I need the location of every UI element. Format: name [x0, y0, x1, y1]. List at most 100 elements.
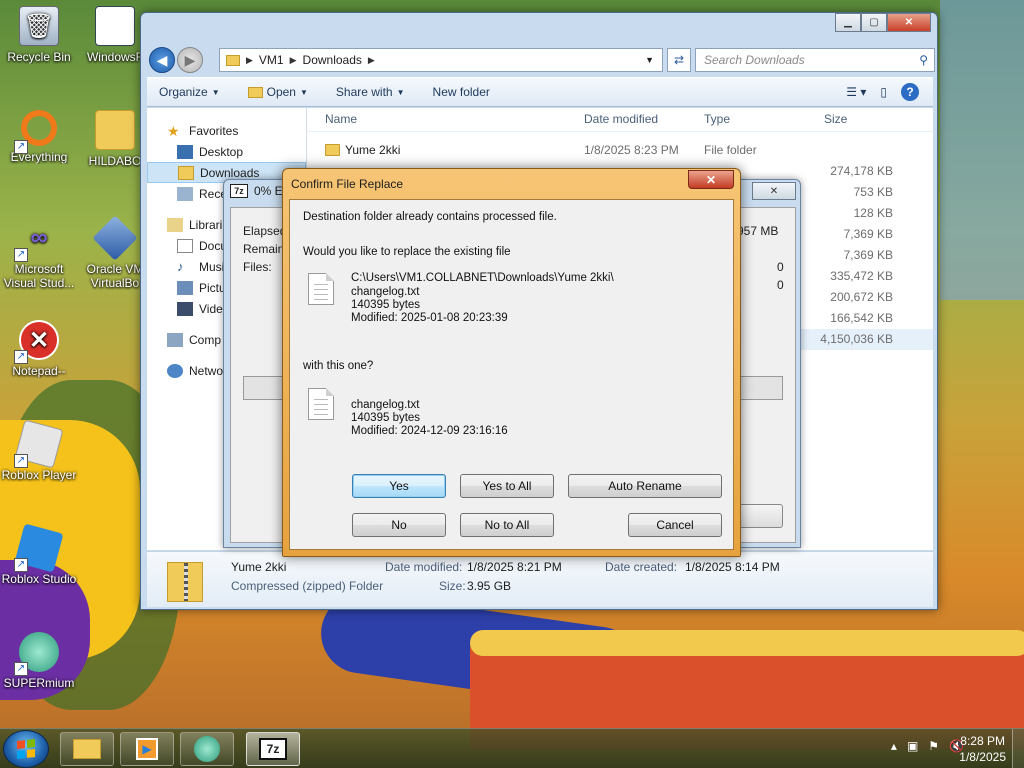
row-type: File folder	[704, 143, 757, 157]
search-input[interactable]: Search Downloads ⚲	[695, 48, 935, 72]
shortcut-arrow-icon: ↗	[14, 454, 28, 468]
taskbar-supermium[interactable]	[180, 732, 234, 766]
desktop-icon-notepad[interactable]: ✕ Notepad-- ↗	[0, 320, 78, 378]
row-size: 753 KB	[853, 185, 893, 199]
nav-label: Comp	[189, 332, 222, 347]
organize-label: Organize	[159, 85, 208, 99]
back-button[interactable]: ◀	[149, 47, 175, 73]
details-date-created: 1/8/2025 8:14 PM	[685, 560, 780, 574]
forward-button[interactable]: ▶	[177, 47, 203, 73]
chevron-right-icon: ▶	[246, 54, 253, 65]
documents-icon	[177, 238, 193, 253]
recycle-bin-icon: 🗑	[19, 6, 59, 46]
details-size: 3.95 GB	[467, 579, 512, 593]
dialog-title: Confirm File Replace	[291, 177, 404, 191]
row-size: 166,542 KB	[830, 311, 893, 325]
open-button[interactable]: Open ▼	[247, 85, 308, 99]
preview-pane-icon[interactable]: ▯	[880, 85, 887, 99]
row-size: 200,672 KB	[830, 290, 893, 304]
chevron-right-icon: ▶	[289, 54, 297, 65]
row-size: 128 KB	[853, 206, 893, 220]
breadcrumb-vm1[interactable]: VM1	[259, 53, 284, 67]
desktop-icon-supermium[interactable]: SUPERmium ↗	[0, 632, 78, 690]
existing-file-path: C:\Users\VM1.COLLABNET\Downloads\Yume 2k…	[351, 272, 614, 284]
refresh-button[interactable]: ⇄	[667, 48, 691, 72]
search-icon: ⚲	[919, 53, 928, 67]
desktop-icon-visual-studio[interactable]: ∞ Microsoft Visual Stud... ↗	[0, 218, 78, 290]
window-controls: ▁ ▢ ✕	[835, 13, 931, 32]
wallpaper-sky	[940, 0, 1024, 300]
nav-label: Librari	[189, 217, 223, 232]
folder-icon	[95, 110, 135, 150]
column-header-date[interactable]: Date modified	[584, 112, 658, 126]
start-button[interactable]	[3, 730, 49, 768]
address-dropdown-icon[interactable]: ▼	[645, 55, 654, 65]
system-tray: ▴ ▣ ⚑ 🔇	[891, 739, 964, 753]
recent-places-icon	[177, 186, 193, 201]
view-options-icon[interactable]: ☰ ▾	[846, 85, 866, 99]
size-value: 957 MB	[737, 224, 779, 238]
clock[interactable]: 8:28 PM 1/8/2025	[959, 733, 1006, 765]
auto-rename-button[interactable]: Auto Rename	[568, 474, 722, 498]
7zip-close-button[interactable]: ✕	[752, 182, 796, 200]
folder-open-icon	[247, 86, 263, 98]
chevron-down-icon: ▼	[211, 87, 220, 97]
close-button[interactable]: ✕	[887, 13, 931, 32]
maximize-button[interactable]: ▢	[861, 13, 887, 32]
details-size-label: Size:	[439, 579, 466, 593]
chevron-right-icon[interactable]: ▶	[368, 55, 375, 66]
shortcut-arrow-icon: ↗	[14, 558, 28, 572]
desktop-icon-recycle-bin[interactable]: 🗑 Recycle Bin	[0, 6, 78, 64]
shortcut-arrow-icon: ↗	[14, 248, 28, 262]
table-row[interactable]: Yume 2kki 1/8/2025 8:23 PM File folder	[307, 140, 933, 161]
no-button[interactable]: No	[352, 513, 446, 537]
desktop-icon-roblox-player[interactable]: Roblox Player ↗	[0, 419, 78, 482]
network-icon[interactable]: ▣	[907, 739, 918, 753]
share-with-button[interactable]: Share with ▼	[336, 85, 405, 99]
address-input[interactable]: ▶ VM1 ▶ Downloads ▶ ▼	[219, 48, 663, 72]
open-label: Open	[266, 85, 296, 99]
organize-button[interactable]: Organize ▼	[159, 85, 220, 99]
downloads-folder-icon	[178, 165, 194, 180]
column-header-type[interactable]: Type	[704, 112, 730, 126]
breadcrumb-downloads[interactable]: Downloads	[303, 53, 362, 67]
taskbar-media-player[interactable]: ▶	[120, 732, 174, 766]
windows-logo-icon	[17, 739, 35, 759]
shortcut-arrow-icon: ↗	[14, 140, 28, 154]
dialog-close-button[interactable]: ✕	[688, 170, 734, 189]
yes-to-all-button[interactable]: Yes to All	[460, 474, 554, 498]
chevron-down-icon: ▼	[299, 87, 308, 97]
pictures-icon	[177, 280, 193, 295]
column-header-name[interactable]: Name	[325, 112, 357, 126]
details-pane: Yume 2kki Compressed (zipped) Folder Dat…	[147, 551, 933, 607]
column-header-size[interactable]: Size	[824, 112, 847, 126]
search-placeholder: Search Downloads	[704, 53, 805, 67]
yes-button[interactable]: Yes	[352, 474, 446, 498]
nav-desktop[interactable]: Desktop	[147, 141, 306, 162]
minimize-button[interactable]: ▁	[835, 13, 861, 32]
show-hidden-icons-icon[interactable]: ▴	[891, 739, 897, 753]
no-to-all-button[interactable]: No to All	[460, 513, 554, 537]
folder-icon	[325, 144, 340, 156]
taskbar-explorer[interactable]	[60, 732, 114, 766]
desktop-icon-everything[interactable]: Everything ↗	[0, 110, 78, 164]
new-folder-button[interactable]: New folder	[433, 85, 490, 99]
nav-label: Desktop	[199, 144, 244, 159]
chevron-down-icon: ▼	[396, 87, 405, 97]
row-date: 1/8/2025 8:23 PM	[584, 143, 679, 157]
nav-favorites[interactable]: ★ Favorites	[147, 120, 306, 141]
show-desktop-button[interactable]	[1012, 729, 1024, 768]
nav-label: Vide	[199, 301, 223, 316]
cancel-button[interactable]: Cancel	[628, 513, 722, 537]
shortcut-arrow-icon: ↗	[14, 350, 28, 364]
virtualbox-cube-icon	[92, 215, 138, 261]
help-icon[interactable]: ?	[901, 83, 919, 101]
desktop-icon-label: Microsoft Visual Stud...	[3, 262, 75, 290]
zip-folder-icon	[167, 562, 203, 602]
desktop-icon-roblox-studio[interactable]: Roblox Studio ↗	[0, 523, 78, 586]
star-icon: ★	[167, 122, 180, 139]
action-center-flag-icon[interactable]: ⚑	[928, 739, 939, 753]
taskbar-7zip[interactable]: 7z	[246, 732, 300, 766]
desktop-icon-label: Everything	[10, 150, 68, 164]
nav-label: Musi	[199, 259, 225, 274]
